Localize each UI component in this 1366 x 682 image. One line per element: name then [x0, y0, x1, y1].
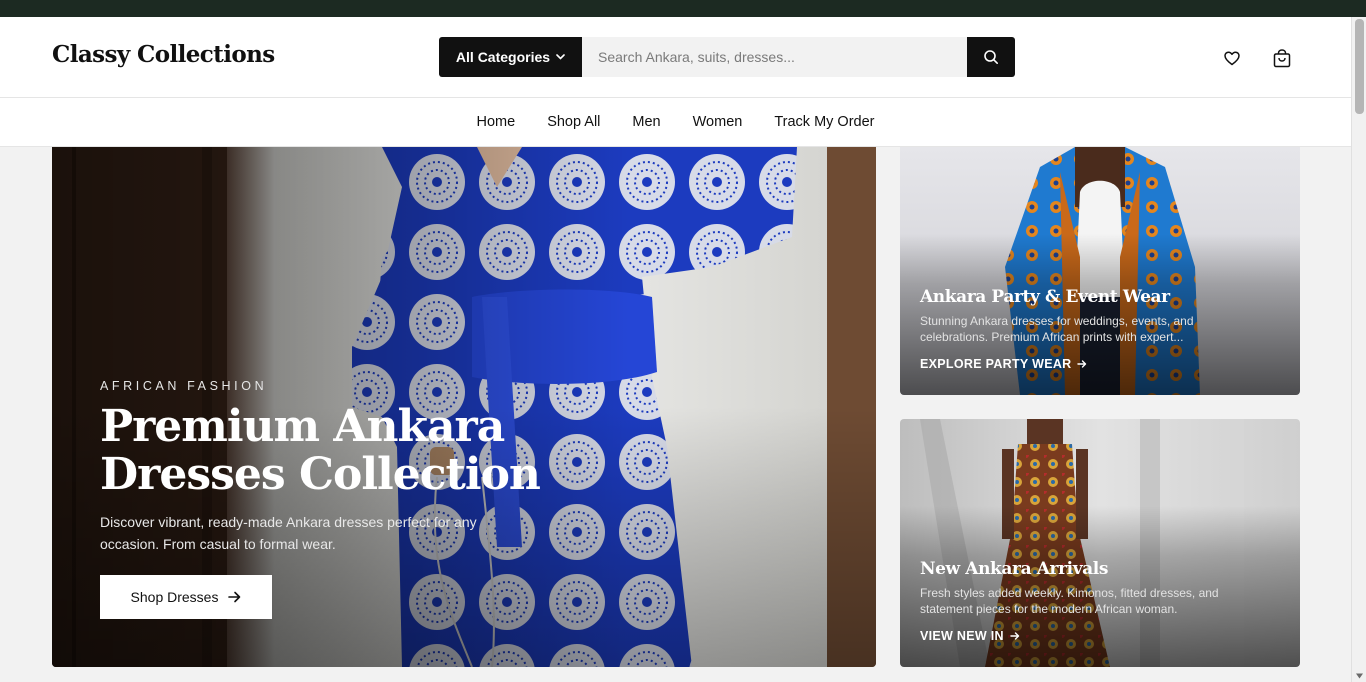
top-bar — [0, 0, 1366, 17]
category-button-label: All Categories — [455, 49, 551, 65]
hero-title: Premium Ankara Dresses Collection — [100, 401, 541, 500]
chevron-down-icon — [556, 54, 565, 60]
card-description: Fresh styles added weekly. Kimonos, fitt… — [920, 586, 1219, 616]
wishlist-button[interactable] — [1220, 47, 1244, 69]
card-title: Ankara Party & Event Wear — [920, 287, 1170, 307]
shop-dresses-label: Shop Dresses — [130, 589, 219, 605]
site-logo[interactable]: Classy Collections — [52, 41, 275, 68]
party-wear-card[interactable]: Ankara Party & Event Wear Stunning Ankar… — [900, 147, 1300, 395]
view-new-in-link[interactable]: VIEW NEW IN — [920, 629, 1020, 643]
card-link-label: VIEW NEW IN — [920, 629, 1004, 643]
hero-eyebrow: AFRICAN FASHION — [100, 379, 268, 393]
nav-women[interactable]: Women — [693, 114, 743, 130]
search-bar: All Categories — [439, 37, 1015, 77]
arrow-right-icon — [1077, 360, 1087, 368]
cart-icon — [1273, 48, 1291, 67]
card-title: New Ankara Arrivals — [920, 559, 1109, 579]
card-description: Stunning Ankara dresses for weddings, ev… — [920, 314, 1194, 344]
card-link-label: EXPLORE PARTY WEAR — [920, 357, 1072, 371]
scrollbar-thumb[interactable] — [1355, 19, 1364, 114]
scroll-down-arrow-icon[interactable] — [1355, 672, 1364, 680]
search-input[interactable] — [582, 37, 967, 77]
search-button[interactable] — [967, 37, 1015, 77]
heart-icon — [1224, 50, 1240, 65]
search-icon — [984, 50, 998, 64]
explore-party-wear-link[interactable]: EXPLORE PARTY WEAR — [920, 357, 1087, 371]
nav-home[interactable]: Home — [477, 114, 516, 130]
page-scrollbar[interactable] — [1351, 17, 1366, 682]
all-categories-dropdown[interactable]: All Categories — [439, 37, 582, 77]
nav-shop-all[interactable]: Shop All — [547, 114, 600, 130]
arrow-right-icon — [228, 591, 241, 603]
arrow-right-icon — [1010, 632, 1020, 640]
hero-banner: AFRICAN FASHION Premium Ankara Dresses C… — [52, 147, 876, 667]
new-arrivals-card[interactable]: New Ankara Arrivals Fresh styles added w… — [900, 419, 1300, 667]
site-header: Classy Collections All Categories — [0, 17, 1351, 98]
cart-button[interactable] — [1270, 47, 1294, 69]
shop-dresses-button[interactable]: Shop Dresses — [100, 575, 272, 619]
nav-men[interactable]: Men — [632, 114, 660, 130]
main-nav: Home Shop All Men Women Track My Order — [0, 98, 1351, 147]
nav-track-my-order[interactable]: Track My Order — [774, 114, 874, 130]
hero-description: Discover vibrant, ready-made Ankara dres… — [100, 514, 477, 552]
